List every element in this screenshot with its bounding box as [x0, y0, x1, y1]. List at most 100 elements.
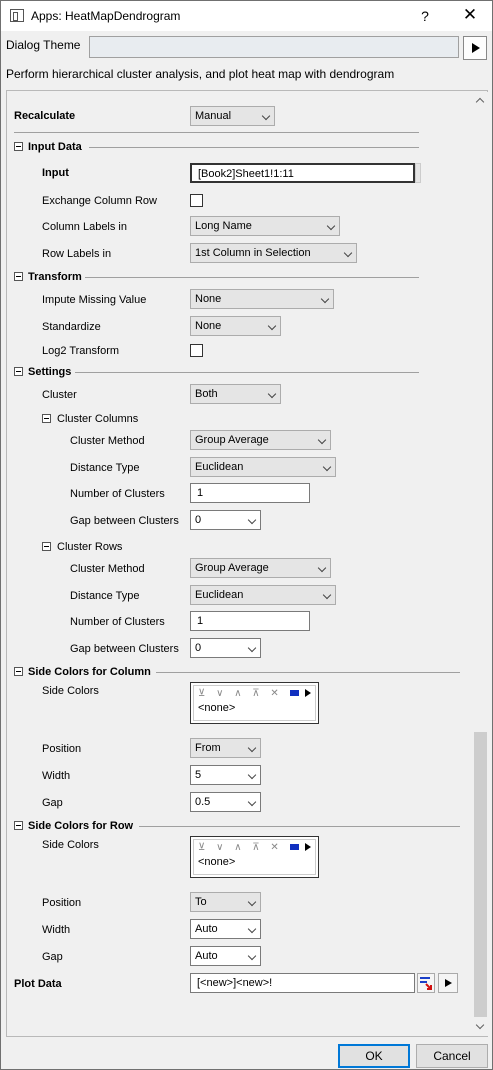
cluster-combo[interactable]: Both: [190, 384, 281, 404]
col-position-label: Position: [42, 743, 82, 755]
scroll-thumb[interactable]: [474, 732, 487, 1017]
col-side-colors-toolbar: ⊻ ∨ ∧ ⊼ ✕: [198, 688, 312, 700]
col-side-colors-list[interactable]: ⊻ ∨ ∧ ⊼ ✕ <none>: [190, 682, 319, 724]
input-field[interactable]: [Book2]Sheet1!1:11: [190, 163, 415, 183]
col-position-combo[interactable]: From: [190, 738, 261, 758]
row-width-combo[interactable]: Auto: [190, 919, 261, 939]
ok-button[interactable]: OK: [338, 1044, 410, 1068]
chevron-down-icon: [247, 643, 257, 653]
row-gap-side-label: Gap: [42, 951, 63, 963]
collapse-side-colors-row-icon[interactable]: [14, 821, 23, 830]
transform-header: Transform: [28, 271, 82, 283]
col-gap-side-label: Gap: [42, 797, 63, 809]
col-distance-type-label: Distance Type: [70, 462, 140, 474]
collapse-cluster-rows-icon[interactable]: [42, 542, 51, 551]
divider: [139, 826, 460, 827]
row-side-colors-value: <none>: [198, 856, 236, 868]
recalculate-label: Recalculate: [14, 110, 76, 122]
plot-data-picker-icon[interactable]: [417, 973, 435, 993]
settings-header: Settings: [28, 366, 72, 378]
col-side-colors-inner: ⊻ ∨ ∧ ⊼ ✕ <none>: [193, 685, 316, 721]
scroll-up-icon[interactable]: [473, 92, 488, 108]
chevron-down-icon: [247, 743, 257, 753]
chevron-down-icon: [322, 590, 332, 600]
exchange-column-row-label: Exchange Column Row: [42, 195, 157, 207]
row-position-label: Position: [42, 897, 82, 909]
play-icon[interactable]: [305, 843, 312, 852]
chevron-down-icon: [261, 111, 271, 121]
row-position-value: To: [195, 896, 207, 908]
divider: [14, 132, 419, 133]
plot-data-label: Plot Data: [14, 978, 62, 990]
col-cluster-method-combo[interactable]: Group Average: [190, 430, 331, 450]
vertical-scrollbar[interactable]: [473, 92, 488, 1036]
row-gap-label: Gap between Clusters: [70, 643, 179, 655]
collapse-transform-icon[interactable]: [14, 272, 23, 281]
col-gap-value: 0: [195, 514, 202, 526]
log2-transform-checkbox[interactable]: [190, 344, 203, 357]
side-colors-column-header: Side Colors for Column: [28, 666, 151, 678]
collapse-cluster-columns-icon[interactable]: [42, 414, 51, 423]
cancel-button[interactable]: Cancel: [416, 1044, 488, 1068]
row-gap-side-combo[interactable]: Auto: [190, 946, 261, 966]
plot-data-input[interactable]: [<new>]<new>!: [190, 973, 415, 993]
row-labels-value: 1st Column in Selection: [195, 247, 311, 259]
collapse-settings-icon[interactable]: [14, 367, 23, 376]
recalculate-value: Manual: [195, 110, 232, 122]
cluster-label: Cluster: [42, 389, 77, 401]
standardize-label: Standardize: [42, 321, 101, 333]
chevron-down-icon: [247, 770, 257, 780]
row-distance-type-value: Euclidean: [195, 589, 244, 601]
row-gap-side-value: Auto: [195, 950, 218, 962]
scroll-down-icon[interactable]: [473, 1019, 488, 1035]
help-button[interactable]: ?: [411, 4, 439, 28]
input-label: Input: [42, 167, 69, 179]
col-number-clusters-label: Number of Clusters: [70, 488, 165, 500]
row-width-label: Width: [42, 924, 71, 936]
color-swatch-icon[interactable]: [289, 844, 299, 851]
row-width-value: Auto: [195, 923, 218, 935]
row-cluster-method-combo[interactable]: Group Average: [190, 558, 331, 578]
side-colors-row-header: Side Colors for Row: [28, 820, 134, 832]
color-swatch-icon[interactable]: [289, 690, 299, 697]
col-width-combo[interactable]: 5: [190, 765, 261, 785]
theme-menu-button[interactable]: [463, 36, 487, 60]
col-distance-type-combo[interactable]: Euclidean: [190, 457, 336, 477]
col-width-label: Width: [42, 770, 71, 782]
chevron-down-icon: [267, 389, 277, 399]
impute-missing-label: Impute Missing Value: [42, 294, 147, 306]
col-side-colors-label: Side Colors: [42, 685, 99, 697]
col-cluster-method-label: Cluster Method: [70, 435, 145, 447]
row-distance-type-combo[interactable]: Euclidean: [190, 585, 336, 605]
col-number-clusters-input[interactable]: 1: [190, 483, 310, 503]
column-labels-value: Long Name: [195, 220, 252, 232]
row-number-clusters-input[interactable]: 1: [190, 611, 310, 631]
standardize-combo[interactable]: None: [190, 316, 281, 336]
divider: [156, 672, 460, 673]
recalculate-combo[interactable]: Manual: [190, 106, 275, 126]
collapse-input-data-icon[interactable]: [14, 142, 23, 151]
column-labels-combo[interactable]: Long Name: [190, 216, 340, 236]
close-button[interactable]: ✕: [453, 4, 487, 28]
row-labels-combo[interactable]: 1st Column in Selection: [190, 243, 357, 263]
exchange-column-row-checkbox[interactable]: [190, 194, 203, 207]
dialog-theme-label: Dialog Theme: [6, 38, 81, 52]
chevron-down-icon: [247, 924, 257, 934]
row-labels-label: Row Labels in: [42, 248, 112, 260]
plot-data-menu-button[interactable]: [438, 973, 458, 993]
impute-missing-combo[interactable]: None: [190, 289, 334, 309]
col-gap-side-combo[interactable]: 0.5: [190, 792, 261, 812]
row-gap-combo[interactable]: 0: [190, 638, 261, 658]
collapse-side-colors-column-icon[interactable]: [14, 667, 23, 676]
app-icon: [10, 9, 24, 22]
input-range-button[interactable]: [415, 163, 421, 183]
row-side-colors-list[interactable]: ⊻ ∨ ∧ ⊼ ✕ <none>: [190, 836, 319, 878]
log2-transform-label: Log2 Transform: [42, 345, 120, 357]
play-icon[interactable]: [305, 689, 312, 698]
row-number-clusters-label: Number of Clusters: [70, 616, 165, 628]
settings-panel: Recalculate Manual Input Data Input [Boo…: [6, 90, 488, 1037]
dialog-theme-combo[interactable]: [89, 36, 459, 58]
row-position-combo[interactable]: To: [190, 892, 261, 912]
col-gap-combo[interactable]: 0: [190, 510, 261, 530]
chevron-down-icon: [247, 897, 257, 907]
